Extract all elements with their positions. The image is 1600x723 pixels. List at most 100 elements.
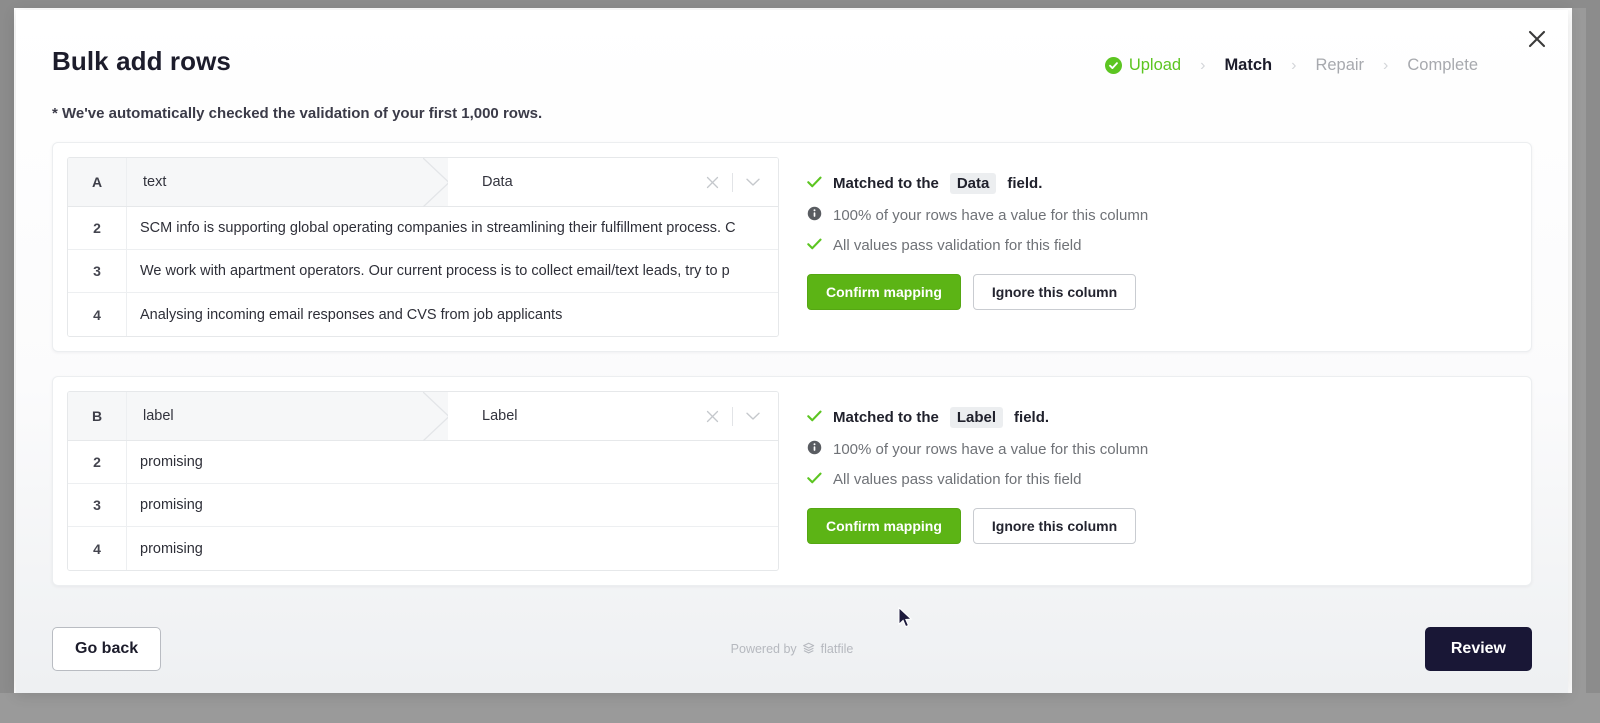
validation-text: All values pass validation for this fiel… (833, 471, 1082, 488)
coverage-text: 100% of your rows have a value for this … (833, 207, 1149, 224)
coverage-status: 100% of your rows have a value for this … (807, 440, 1517, 459)
mapping-status-panel: Matched to the Label field. 100% of your… (779, 391, 1517, 571)
step-separator-icon: › (1200, 56, 1206, 74)
row-value: We work with apartment operators. Our cu… (140, 263, 730, 279)
row-index: 2 (68, 207, 127, 249)
arrow-divider-icon (422, 158, 450, 208)
row-index: 3 (68, 250, 127, 292)
step-match-label: Match (1224, 56, 1273, 74)
flatfile-logo-icon (803, 642, 815, 657)
step-complete-label: Complete (1407, 56, 1478, 74)
column-mapping-card: A text Data 2 SCM info is supporting glo… (52, 142, 1532, 352)
target-field-selector[interactable]: Data (448, 158, 778, 206)
confirm-mapping-button[interactable]: Confirm mapping (807, 274, 961, 310)
row-index: 2 (68, 441, 127, 483)
check-icon (807, 471, 822, 488)
matched-field-chip: Data (949, 173, 997, 194)
table-row: 2 promising (68, 441, 778, 484)
powered-by-label: Powered by (730, 642, 797, 656)
column-preview-table: B label Label 2 promising 3 promising 4 … (67, 391, 779, 571)
target-field-actions (697, 169, 768, 195)
target-field-label: Data (482, 174, 513, 190)
check-icon (807, 175, 822, 192)
mapping-actions: Confirm mapping Ignore this column (807, 274, 1517, 310)
mapping-actions: Confirm mapping Ignore this column (807, 508, 1517, 544)
source-column-label: label (143, 408, 174, 424)
target-field-selector[interactable]: Label (448, 392, 778, 440)
column-mapping-list: A text Data 2 SCM info is supporting glo… (52, 142, 1532, 586)
row-index: 3 (68, 484, 127, 526)
table-row: 3 We work with apartment operators. Our … (68, 250, 778, 293)
validation-status: All values pass validation for this fiel… (807, 471, 1517, 488)
table-header-row: B label Label (68, 392, 778, 442)
row-value: promising (140, 497, 203, 513)
table-row: 2 SCM info is supporting global operatin… (68, 207, 778, 250)
source-column-header: label (127, 392, 450, 442)
row-value: SCM info is supporting global operating … (140, 220, 736, 236)
step-repair[interactable]: Repair (1315, 56, 1364, 75)
modal-footer: Go back Powered by flatfile Review (16, 605, 1568, 693)
step-upload[interactable]: Upload (1104, 56, 1182, 75)
mapping-status-panel: Matched to the Data field. 100% of your … (779, 157, 1517, 337)
matched-field-chip: Label (949, 407, 1004, 428)
row-index: 4 (68, 527, 127, 570)
validation-status: All values pass validation for this fiel… (807, 237, 1517, 254)
row-value: Analysing incoming email responses and C… (140, 306, 563, 323)
chevron-down-icon[interactable] (738, 403, 768, 429)
actions-divider (732, 172, 733, 192)
row-value: promising (140, 540, 203, 557)
page-scrollbar[interactable] (1572, 8, 1586, 693)
source-column-header: text (127, 158, 450, 208)
actions-divider (732, 406, 733, 426)
step-match[interactable]: Match (1224, 56, 1272, 75)
table-row: 3 promising (68, 484, 778, 527)
clear-mapping-icon[interactable] (697, 403, 727, 429)
step-complete[interactable]: Complete (1407, 56, 1478, 75)
matched-suffix: field. (1014, 409, 1050, 426)
powered-by-credit: Powered by flatfile (731, 642, 854, 657)
info-icon (807, 440, 822, 459)
coverage-text: 100% of your rows have a value for this … (833, 441, 1149, 458)
matched-status: Matched to the Label field. (807, 407, 1517, 428)
matched-status: Matched to the Data field. (807, 173, 1517, 194)
source-column-label: text (143, 174, 167, 190)
page-title: Bulk add rows (52, 46, 231, 76)
ignore-column-button[interactable]: Ignore this column (972, 508, 1137, 544)
coverage-status: 100% of your rows have a value for this … (807, 206, 1517, 225)
screen-recording-frame: ( P l Bulk add rows Up (0, 0, 1600, 723)
clear-mapping-icon[interactable] (697, 169, 727, 195)
table-row: 4 Analysing incoming email responses and… (68, 293, 778, 336)
check-icon (807, 237, 822, 254)
matched-prefix: Matched to the (833, 175, 939, 192)
modal-header: Bulk add rows Upload › Match › Repair › … (16, 10, 1568, 77)
confirm-mapping-button[interactable]: Confirm mapping (807, 508, 961, 544)
row-value: promising (140, 454, 203, 470)
step-repair-label: Repair (1315, 56, 1365, 74)
column-letter: A (68, 158, 127, 206)
row-index: 4 (68, 293, 127, 336)
check-circle-icon (1104, 57, 1122, 74)
step-upload-label: Upload (1128, 56, 1182, 74)
info-icon (807, 206, 822, 225)
column-letter: B (68, 392, 127, 440)
close-icon[interactable] (1520, 22, 1554, 56)
bulk-add-rows-modal: Bulk add rows Upload › Match › Repair › … (16, 10, 1568, 693)
target-field-label: Label (482, 408, 518, 424)
chevron-down-icon[interactable] (738, 169, 768, 195)
brand-label: flatfile (820, 642, 854, 656)
validation-note: * We've automatically checked the valida… (52, 105, 543, 122)
matched-prefix: Matched to the (833, 409, 939, 426)
step-separator-icon: › (1291, 56, 1297, 74)
validation-text: All values pass validation for this fiel… (833, 237, 1082, 254)
table-header-row: A text Data (68, 158, 778, 208)
column-preview-table: A text Data 2 SCM info is supporting glo… (67, 157, 779, 337)
column-mapping-card: B label Label 2 promising 3 promising 4 … (52, 376, 1532, 586)
check-icon (807, 409, 822, 426)
arrow-divider-icon (422, 392, 450, 442)
ignore-column-button[interactable]: Ignore this column (972, 274, 1137, 310)
review-button[interactable]: Review (1424, 627, 1532, 671)
target-field-actions (697, 403, 768, 429)
go-back-button[interactable]: Go back (52, 627, 162, 671)
step-indicator: Upload › Match › Repair › Complete (1104, 56, 1478, 75)
table-row: 4 promising (68, 527, 778, 570)
